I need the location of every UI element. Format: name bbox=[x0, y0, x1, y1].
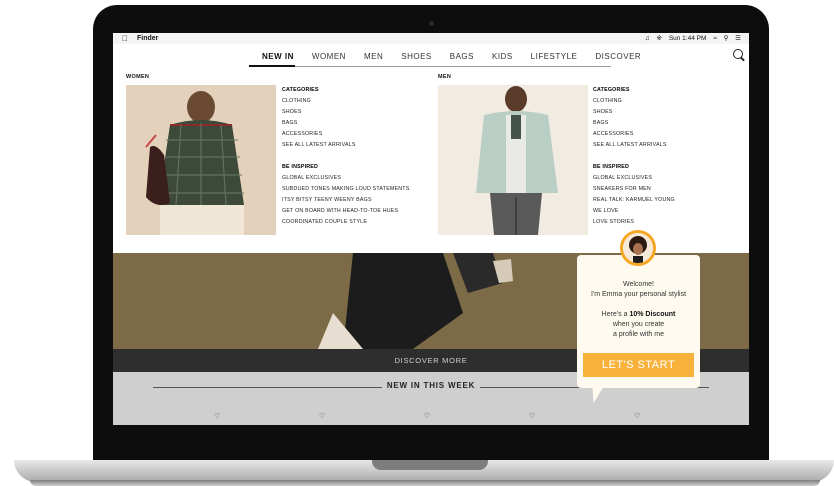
nav-items: NEW IN WOMEN MEN SHOES BAGS KIDS LIFESTY… bbox=[253, 48, 650, 66]
women-link-inspired-4[interactable]: GET ON BOARD WITH HEAD-TO-TOE HUES bbox=[282, 206, 409, 217]
nav-bags[interactable]: BAGS bbox=[441, 48, 483, 66]
lets-start-button[interactable]: LET'S START bbox=[583, 353, 694, 377]
women-inspired-heading: BE INSPIRED bbox=[282, 164, 319, 170]
chat-offer-prefix: Here's a bbox=[601, 311, 628, 318]
men-links: CATEGORIES CLOTHING SHOES BAGS ACCESSORI… bbox=[593, 85, 675, 228]
nav-women[interactable]: WOMEN bbox=[303, 48, 355, 66]
volume-icon[interactable]: ♫ bbox=[645, 35, 650, 42]
men-feature-image[interactable] bbox=[438, 85, 588, 235]
men-link-inspired-2[interactable]: SNEAKERS FOR MEN bbox=[593, 184, 675, 195]
nav-men[interactable]: MEN bbox=[355, 48, 392, 66]
men-link-inspired-3[interactable]: REAL TALK: KARMUEL YOUNG bbox=[593, 195, 675, 206]
men-model-illustration bbox=[438, 85, 588, 235]
women-link-bags[interactable]: BAGS bbox=[282, 118, 409, 129]
new-this-week-heading: NEW IN THIS WEEK bbox=[381, 381, 481, 390]
men-link-accessories[interactable]: ACCESSORIES bbox=[593, 129, 675, 140]
nav-new-in[interactable]: NEW IN bbox=[253, 48, 303, 66]
camera-icon bbox=[429, 21, 434, 26]
women-section-label: WOMEN bbox=[126, 74, 150, 80]
chat-welcome: Welcome! bbox=[623, 281, 654, 288]
men-link-inspired-5[interactable]: LOVE STORIES bbox=[593, 217, 675, 228]
chat-offer-discount: 10% Discount bbox=[629, 311, 676, 318]
women-link-inspired-1[interactable]: GLOBAL EXCLUSIVES bbox=[282, 173, 409, 184]
list-icon[interactable]: ☰ bbox=[735, 35, 741, 42]
mega-menu: WOMEN CATEGORIES CLOTHING SHOES BAGS ACC… bbox=[113, 67, 749, 253]
men-link-shoes[interactable]: SHOES bbox=[593, 107, 675, 118]
women-link-inspired-5[interactable]: COORDINATED COUPLE STYLE bbox=[282, 217, 409, 228]
nav-kids[interactable]: KIDS bbox=[483, 48, 522, 66]
heart-icon[interactable]: ♡ bbox=[634, 412, 640, 420]
men-link-latest[interactable]: SEE ALL LATEST ARRIVALS bbox=[593, 140, 675, 151]
stylist-message: Welcome! I'm Emma your personal stylist … bbox=[577, 280, 700, 340]
men-link-inspired-4[interactable]: WE LOVE bbox=[593, 206, 675, 217]
women-link-latest[interactable]: SEE ALL LATEST ARRIVALS bbox=[282, 140, 409, 151]
screen:  Finder ♫ ※ Sun 1:44 PM ≈ ⚲ ☰ NEW IN WO… bbox=[113, 33, 749, 425]
women-feature-image[interactable] bbox=[126, 85, 276, 235]
men-link-inspired-1[interactable]: GLOBAL EXCLUSIVES bbox=[593, 173, 675, 184]
men-inspired-heading: BE INSPIRED bbox=[593, 164, 630, 170]
chat-offer-line: Here's a 10% Discount bbox=[577, 310, 700, 320]
women-categories-heading: CATEGORIES bbox=[282, 87, 319, 93]
heart-icon[interactable]: ♡ bbox=[424, 412, 430, 420]
nav-shoes[interactable]: SHOES bbox=[392, 48, 441, 66]
men-section-label: MEN bbox=[438, 74, 452, 80]
nav-lifestyle[interactable]: LIFESTYLE bbox=[522, 48, 587, 66]
women-model-illustration bbox=[126, 85, 276, 235]
search-icon[interactable] bbox=[733, 49, 743, 59]
men-categories-heading: CATEGORIES bbox=[593, 87, 630, 93]
heart-icon[interactable]: ♡ bbox=[529, 412, 535, 420]
nav-discover[interactable]: DISCOVER bbox=[586, 48, 650, 66]
stylist-avatar[interactable] bbox=[620, 230, 656, 266]
women-links: CATEGORIES CLOTHING SHOES BAGS ACCESSORI… bbox=[282, 85, 409, 228]
heart-icon[interactable]: ♡ bbox=[214, 412, 220, 420]
men-link-bags[interactable]: BAGS bbox=[593, 118, 675, 129]
women-link-accessories[interactable]: ACCESSORIES bbox=[282, 129, 409, 140]
wifi-icon[interactable]: ≈ bbox=[713, 35, 717, 42]
bluetooth-icon[interactable]: ※ bbox=[657, 35, 662, 42]
women-link-shoes[interactable]: SHOES bbox=[282, 107, 409, 118]
stylist-face bbox=[623, 233, 653, 263]
status-area: ♫ ※ Sun 1:44 PM ≈ ⚲ ☰ bbox=[640, 33, 741, 44]
chat-offer-line2: when you create bbox=[612, 321, 665, 328]
laptop-base-shadow bbox=[30, 480, 820, 486]
apple-icon[interactable]:  bbox=[122, 33, 128, 44]
laptop-notch bbox=[372, 460, 488, 470]
women-link-clothing[interactable]: CLOTHING bbox=[282, 96, 409, 107]
women-link-inspired-3[interactable]: ITSY BITSY TEENY WEENY BAGS bbox=[282, 195, 409, 206]
men-link-clothing[interactable]: CLOTHING bbox=[593, 96, 675, 107]
app-name[interactable]: Finder bbox=[137, 33, 158, 44]
clock[interactable]: Sun 1:44 PM bbox=[669, 35, 707, 42]
chat-intro: I'm Emma your personal stylist bbox=[590, 291, 687, 298]
spotlight-icon[interactable]: ⚲ bbox=[724, 35, 729, 42]
heart-icon[interactable]: ♡ bbox=[319, 412, 325, 420]
chat-offer-line3: a profile with me bbox=[613, 331, 664, 338]
women-link-inspired-2[interactable]: SUBDUED TONES MAKING LOUD STATEMENTS bbox=[282, 184, 409, 195]
store-nav: NEW IN WOMEN MEN SHOES BAGS KIDS LIFESTY… bbox=[113, 44, 749, 67]
